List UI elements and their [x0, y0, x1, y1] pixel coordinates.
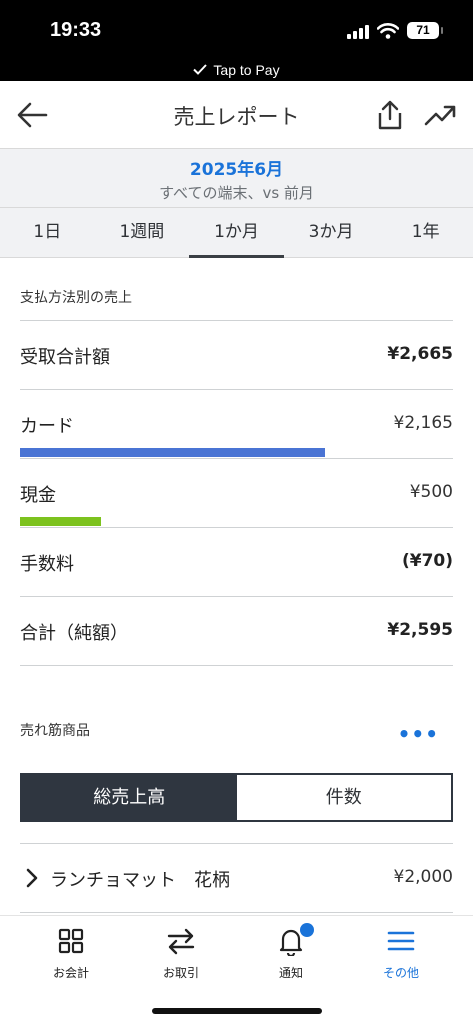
share-icon[interactable]	[375, 99, 405, 131]
cash-row: 現金 ¥500	[20, 459, 453, 528]
nav-checkout[interactable]: お会計	[16, 916, 126, 981]
status-icons: 71	[347, 22, 443, 39]
tab-1-day[interactable]: 1日	[0, 208, 95, 257]
notification-dot	[300, 923, 314, 937]
tab-1-year[interactable]: 1年	[378, 208, 473, 257]
range-tabs: 1日 1週間 1か月 3か月 1年	[0, 208, 473, 258]
card-share-bar	[20, 448, 326, 457]
period-selector[interactable]: 2025年6月 すべての端末、vs 前月	[0, 149, 473, 208]
nav-notifications-label: 通知	[278, 966, 303, 980]
card-row: カード ¥2,165	[20, 390, 453, 459]
nav-transactions-label: お取引	[162, 966, 199, 980]
grid-icon	[58, 928, 84, 954]
products-metric-toggle: 総売上高 件数	[20, 773, 453, 822]
net-total-row: 合計（純額） ¥2,595	[20, 597, 453, 666]
cellular-signal-icon	[347, 23, 369, 39]
fee-label: 手数料	[20, 554, 74, 575]
product-name: ランチョマット 花柄	[50, 870, 230, 891]
received-total-value: ¥2,665	[387, 344, 453, 364]
received-total-row: 受取合計額 ¥2,665	[20, 321, 453, 390]
received-total-label: 受取合計額	[20, 347, 110, 368]
tap-to-pay-label: Tap to Pay	[213, 62, 280, 78]
seg-count[interactable]: 件数	[236, 775, 451, 820]
cash-label: 現金	[20, 485, 56, 506]
tab-1-week[interactable]: 1週間	[95, 208, 190, 257]
tab-3-months[interactable]: 3か月	[284, 208, 379, 257]
net-total-label: 合計（純額）	[20, 623, 128, 644]
nav-more[interactable]: その他	[346, 916, 456, 981]
card-value: ¥2,165	[393, 413, 453, 433]
fee-row: 手数料 (¥70)	[20, 528, 453, 597]
chevron-right-icon	[26, 868, 38, 888]
cash-value: ¥500	[409, 482, 453, 502]
check-icon	[193, 64, 208, 75]
tab-1-month[interactable]: 1か月	[189, 208, 284, 258]
period-month[interactable]: 2025年6月	[0, 155, 473, 180]
list-item[interactable]: ランチョマット 花柄 ¥2,000	[20, 843, 453, 913]
bell-icon	[276, 923, 314, 958]
product-value: ¥2,000	[393, 867, 453, 887]
status-bar: 19:33 71 Tap to Pay	[0, 0, 473, 81]
payment-section-title: 支払方法別の売上	[20, 290, 132, 306]
app-header: 売上レポート	[0, 81, 473, 149]
nav-notifications[interactable]: 通知	[236, 916, 346, 981]
tap-to-pay-indicator[interactable]: Tap to Pay	[0, 62, 473, 78]
net-total-value: ¥2,595	[387, 620, 453, 640]
seg-total-sales[interactable]: 総売上高	[22, 775, 237, 820]
status-time: 19:33	[50, 19, 102, 41]
nav-transactions[interactable]: お取引	[126, 916, 236, 981]
wifi-icon	[377, 22, 399, 39]
menu-icon	[387, 931, 415, 951]
ellipsis-icon[interactable]: •••	[398, 722, 439, 746]
battery-icon: 71	[407, 22, 443, 39]
card-label: カード	[20, 416, 74, 437]
home-indicator	[152, 1008, 322, 1014]
period-subtitle: すべての端末、vs 前月	[159, 184, 314, 202]
fee-value: (¥70)	[401, 551, 453, 571]
nav-more-label: その他	[382, 966, 419, 980]
trend-chart-icon[interactable]	[423, 101, 457, 129]
swap-arrows-icon	[167, 928, 195, 955]
top-products-title: 売れ筋商品	[20, 723, 90, 739]
cash-share-bar	[20, 517, 102, 526]
nav-checkout-label: お会計	[52, 966, 89, 980]
